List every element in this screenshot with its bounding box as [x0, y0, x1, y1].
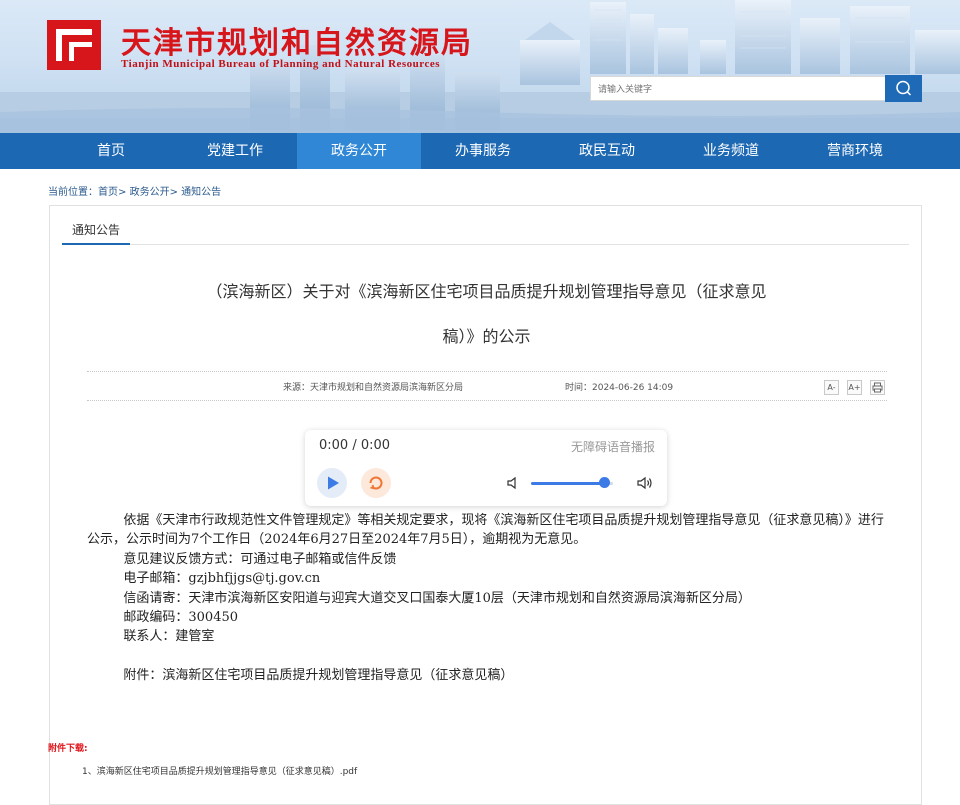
article-title-line-1: （滨海新区）关于对《滨海新区住宅项目品质提升规划管理指导意见（征求意见 — [206, 282, 767, 301]
volume-level — [531, 482, 605, 485]
article-source: 来源：天津市规划和自然资源局滨海新区分局 — [283, 383, 464, 393]
attachment-index: 1、 — [82, 767, 97, 777]
volume-mute-icon[interactable] — [506, 476, 520, 490]
attachment-link[interactable]: 1、滨海新区住宅项目品质提升规划管理指导意见（征求意见稿）.pdf — [82, 764, 357, 777]
article-paragraph: 电子邮箱：gzjbhfjjgs@tj.gov.cn — [123, 571, 321, 587]
breadcrumb-link-notices[interactable]: 通知公告 — [181, 187, 221, 198]
breadcrumb-separator: > — [118, 187, 127, 198]
article-paragraph: 依据《天津市行政规范性文件管理规定》等相关规定要求，现将《滨海新区住宅项目品质提… — [87, 513, 884, 548]
site-title: 天津市规划和自然资源局 — [121, 26, 473, 61]
content-panel: 通知公告 （滨海新区）关于对《滨海新区住宅项目品质提升规划管理指导意见（征求意见… — [49, 205, 922, 805]
nav-item-party-building[interactable]: 党建工作 — [173, 133, 297, 169]
article-paragraph: 附件：滨海新区住宅项目品质提升规划管理指导意见（征求意见稿） — [123, 667, 514, 683]
play-button[interactable] — [317, 468, 347, 498]
article-paragraph: 意见建议反馈方式：可通过电子邮箱或信件反馈 — [123, 551, 397, 567]
print-button[interactable] — [870, 380, 885, 395]
search-icon — [896, 80, 912, 96]
nav-item-business-environment[interactable]: 营商环境 — [793, 133, 917, 169]
article-meta-bar: 来源：天津市规划和自然资源局滨海新区分局 时间：2024-06-26 14:09… — [87, 371, 887, 401]
audio-player: 0:00 / 0:00 无障碍语音播报 — [305, 430, 667, 506]
nav-item-services[interactable]: 办事服务 — [421, 133, 545, 169]
replay-button[interactable] — [361, 468, 391, 498]
attachments-title: 附件下载: — [48, 744, 88, 754]
breadcrumb-link-home[interactable]: 首页 — [98, 187, 118, 198]
audio-player-label: 无障碍语音播报 — [570, 440, 655, 454]
breadcrumb: 当前位置：首页> 政务公开> 通知公告 — [48, 183, 221, 198]
volume-slider-handle[interactable] — [599, 477, 611, 488]
audio-time: 0:00 / 0:00 — [319, 438, 391, 453]
breadcrumb-link-government-affairs[interactable]: 政务公开 — [130, 187, 170, 198]
article-paragraph: 信函请寄：天津市滨海新区安阳道与迎宾大道交叉口国泰大厦10层（天津市规划和自然资… — [123, 590, 751, 606]
nav-item-public-interaction[interactable]: 政民互动 — [545, 133, 669, 169]
font-increase-button[interactable]: A+ — [847, 380, 862, 395]
article-paragraph: 联系人：建管室 — [123, 629, 215, 645]
bureau-logo — [47, 20, 101, 70]
article-body: 依据《天津市行政规范性文件管理规定》等相关规定要求，现将《滨海新区住宅项目品质提… — [87, 511, 887, 685]
nav-item-government-affairs[interactable]: 政务公开 — [297, 133, 421, 169]
search-input[interactable] — [591, 78, 886, 102]
article-paragraph: 邮政编码：300450 — [123, 610, 239, 626]
replay-icon — [369, 476, 383, 490]
nav-item-home[interactable]: 首页 — [49, 133, 173, 169]
main-nav: 首页 党建工作 政务公开 办事服务 政民互动 业务频道 营商环境 — [0, 133, 960, 169]
breadcrumb-separator: > — [169, 187, 178, 198]
search-box — [590, 76, 886, 102]
volume-up-icon[interactable] — [636, 475, 654, 491]
play-icon — [328, 476, 339, 490]
attachment-name[interactable]: 滨海新区住宅项目品质提升规划管理指导意见（征求意见稿）.pdf — [97, 767, 357, 777]
article-paragraph-blank — [87, 647, 887, 666]
site-header: 天津市规划和自然资源局 Tianjin Municipal Bureau of … — [0, 0, 960, 133]
search-button[interactable] — [885, 75, 922, 102]
article-title-line-2: 稿）》的公示 — [442, 327, 531, 346]
breadcrumb-prefix: 当前位置： — [48, 187, 98, 198]
nav-item-business-channels[interactable]: 业务频道 — [669, 133, 793, 169]
font-decrease-button[interactable]: A- — [824, 380, 839, 395]
site-subtitle: Tianjin Municipal Bureau of Planning and… — [121, 58, 441, 70]
printer-icon — [872, 382, 883, 393]
tab-notices[interactable]: 通知公告 — [62, 218, 131, 245]
tab-divider — [62, 244, 909, 245]
article-time: 时间：2024-06-26 14:09 — [565, 383, 674, 393]
